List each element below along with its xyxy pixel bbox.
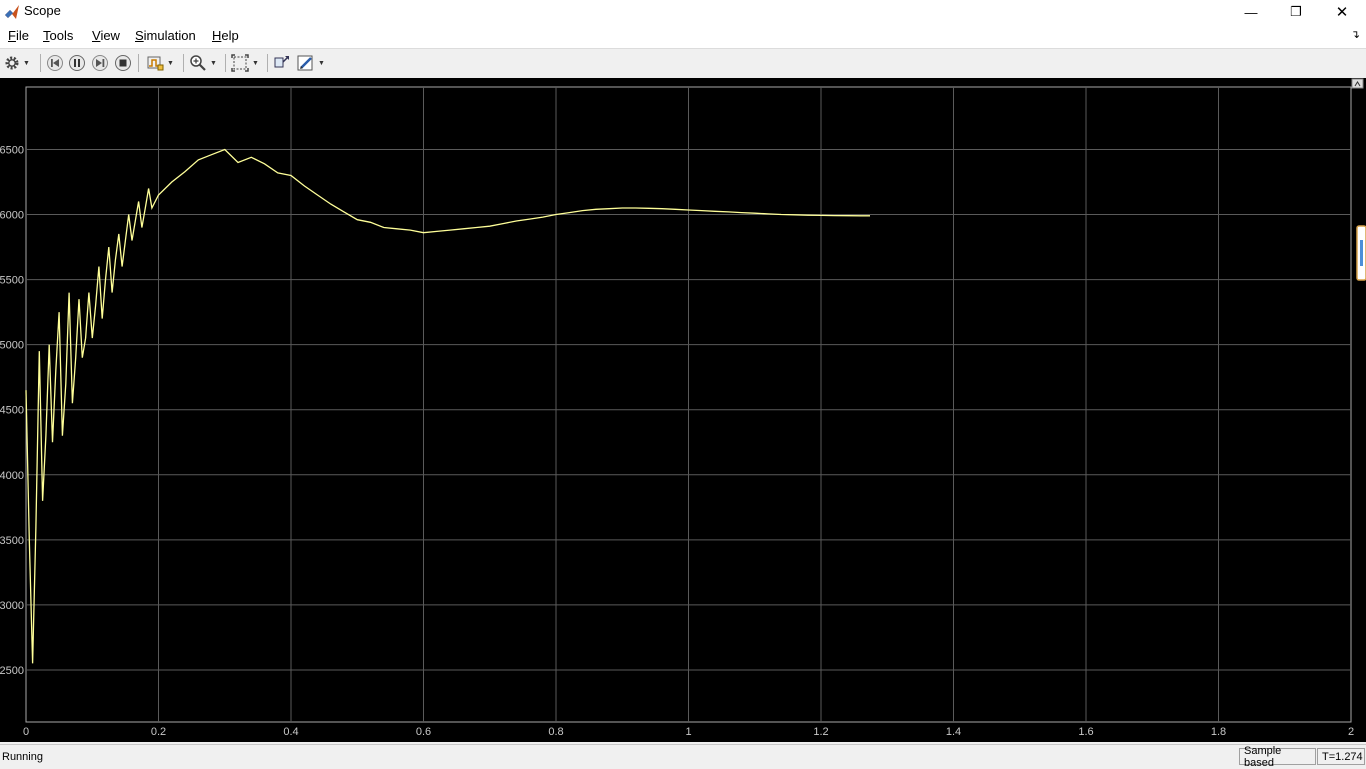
- toolbar-separator: [138, 54, 139, 72]
- x-tick-label: 2: [1348, 726, 1354, 738]
- zoom-in-icon: [190, 55, 206, 71]
- window-title: Scope: [24, 3, 61, 18]
- triggers-icon: [147, 56, 164, 71]
- y-tick-label: 3000: [0, 600, 24, 612]
- simulation-status: Running: [2, 751, 43, 763]
- chevron-down-icon: ▼: [318, 59, 325, 67]
- signal-trace: [25, 148, 870, 664]
- title-bar: Scope — ❐ ✕: [0, 0, 1366, 24]
- settings-icon: [5, 56, 19, 70]
- x-tick-label: 0.8: [548, 726, 563, 738]
- y-tick-labels: 2500 3000 3500 4000 4500 5000 5500 6000 6500: [0, 144, 24, 676]
- triggers-button[interactable]: ▼: [146, 53, 174, 73]
- y-tick-label: 3500: [0, 535, 24, 547]
- x-tick-label: 0.2: [151, 726, 166, 738]
- scope-plot[interactable]: 2500 3000 3500 4000 4500 5000 5500 6000 6500 0 0.…: [0, 78, 1366, 742]
- x-tick-label: 1.4: [946, 726, 961, 738]
- legend-handle[interactable]: [1356, 225, 1366, 281]
- minimize-icon: —: [1244, 4, 1258, 20]
- chevron-down-icon: ▼: [23, 59, 30, 67]
- simulation-time: T=1.274: [1317, 748, 1365, 765]
- y-tick-label: 6500: [0, 144, 24, 156]
- close-button[interactable]: ✕: [1319, 0, 1365, 24]
- menu-tools[interactable]: Tools: [43, 28, 73, 43]
- sample-mode-indicator: Sample based: [1239, 745, 1316, 769]
- y-tick-label: 4500: [0, 405, 24, 417]
- stop-button[interactable]: [114, 53, 132, 73]
- y-tick-label: 5000: [0, 340, 24, 352]
- settings-button[interactable]: ▼: [4, 53, 30, 73]
- chevron-down-icon: ▼: [252, 59, 259, 67]
- y-tick-label: 6000: [0, 210, 24, 222]
- menu-bar: File Tools View Simulation Help ↴: [0, 24, 1366, 48]
- undock-icon[interactable]: ↴: [1351, 28, 1360, 41]
- x-tick-labels: 0 0.2 0.4 0.6 0.8 1 1.2 1.4 1.6 1.8 2: [23, 726, 1354, 738]
- toolbar-separator: [267, 54, 268, 72]
- fit-axes-icon: [231, 54, 249, 72]
- menu-simulation[interactable]: Simulation: [135, 28, 196, 43]
- y-tick-label: 4000: [0, 470, 24, 482]
- x-tick-label: 0.4: [283, 726, 298, 738]
- close-icon: ✕: [1335, 4, 1349, 21]
- pause-icon: [69, 55, 85, 71]
- step-forward-button[interactable]: [91, 53, 109, 73]
- fit-axes-button[interactable]: ▼: [231, 53, 259, 73]
- status-bar: Running Sample based T=1.274: [0, 744, 1366, 769]
- matlab-icon: [5, 5, 19, 19]
- menu-view[interactable]: View: [92, 28, 120, 43]
- properties-icon: [297, 55, 313, 71]
- toolbar: ▼ ▼ ▼ ▼ ▼: [0, 48, 1366, 79]
- properties-button[interactable]: ▼: [297, 53, 325, 73]
- minimize-button[interactable]: —: [1228, 0, 1274, 24]
- y-tick-label: 2500: [0, 665, 24, 677]
- x-tick-label: 1.6: [1078, 726, 1093, 738]
- toolbar-separator: [183, 54, 184, 72]
- scope-display[interactable]: 2500 3000 3500 4000 4500 5000 5500 6000 6500 0 0.…: [0, 78, 1366, 742]
- x-tick-label: 1.2: [813, 726, 828, 738]
- chevron-down-icon: ▼: [167, 59, 174, 67]
- menu-file[interactable]: File: [8, 28, 29, 43]
- y-tick-label: 5500: [0, 275, 24, 287]
- highlight-simulink-block-icon: [274, 56, 289, 68]
- x-tick-label: 1: [685, 726, 691, 738]
- x-tick-label: 0.6: [416, 726, 431, 738]
- pause-button[interactable]: [68, 53, 86, 73]
- toolbar-separator: [225, 54, 226, 72]
- x-tick-label: 1.8: [1211, 726, 1226, 738]
- maximize-axes-button[interactable]: [1351, 78, 1364, 89]
- step-back-button[interactable]: [46, 53, 64, 73]
- step-back-icon: [47, 55, 63, 71]
- restore-icon: ❐: [1290, 4, 1302, 19]
- toolbar-separator: [40, 54, 41, 72]
- menu-help[interactable]: Help: [212, 28, 239, 43]
- zoom-button[interactable]: ▼: [189, 53, 217, 73]
- stop-icon: [115, 55, 131, 71]
- restore-button[interactable]: ❐: [1273, 0, 1319, 24]
- x-tick-label: 0: [23, 726, 29, 738]
- grid-lines: [26, 87, 1351, 722]
- chevron-down-icon: ▼: [210, 59, 217, 67]
- step-forward-icon: [92, 55, 108, 71]
- highlight-block-button[interactable]: [273, 53, 291, 73]
